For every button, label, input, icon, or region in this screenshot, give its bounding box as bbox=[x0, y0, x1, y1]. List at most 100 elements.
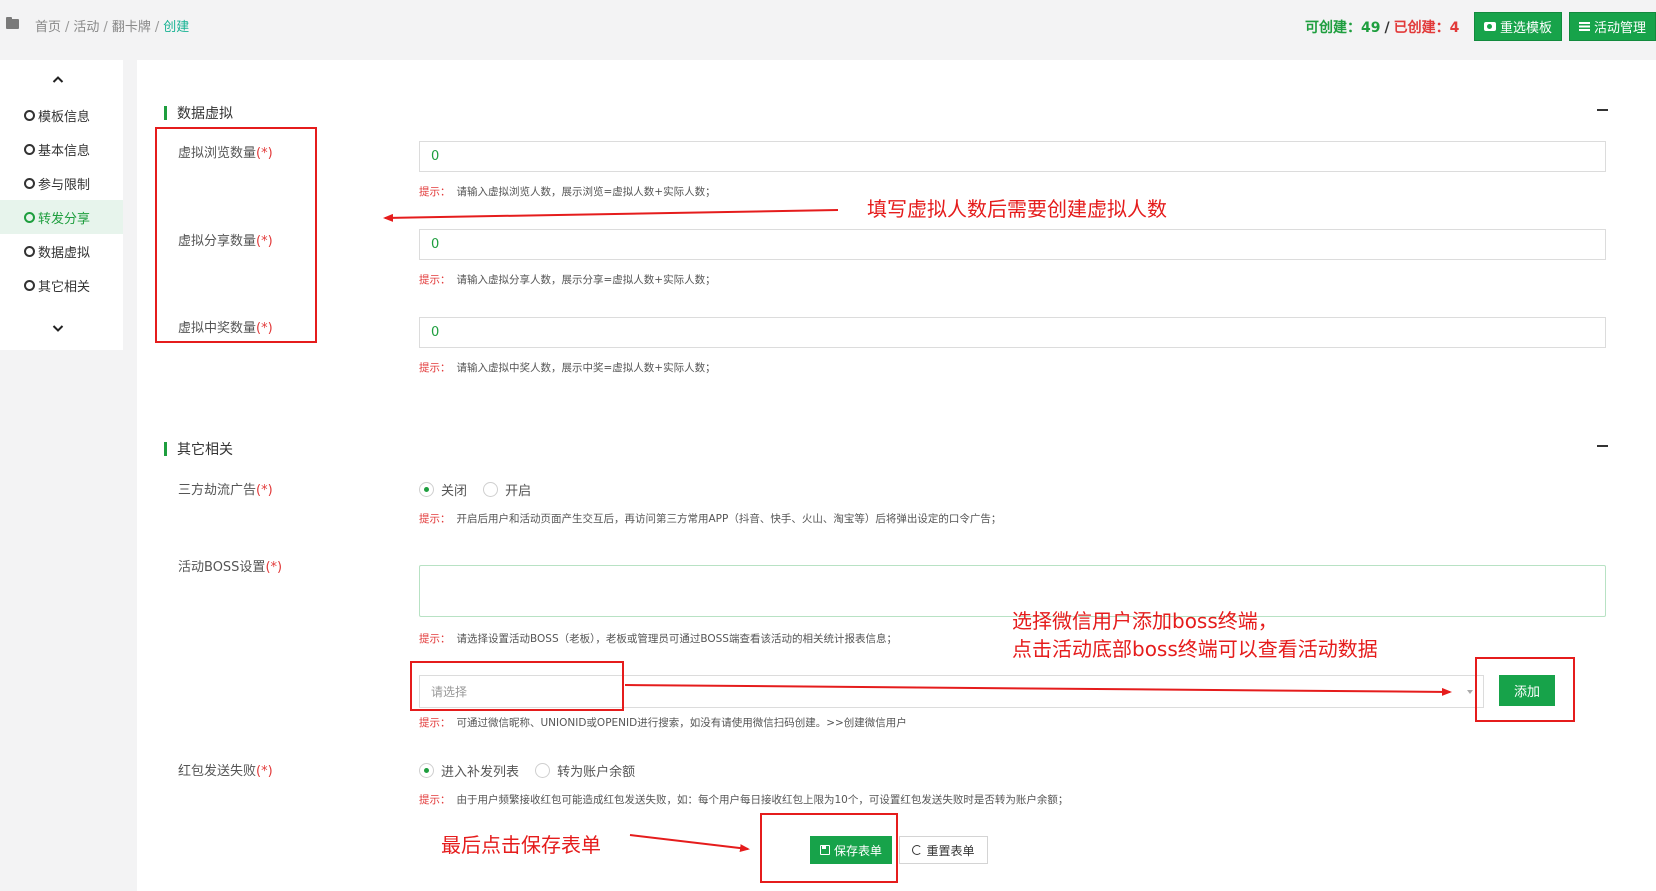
section-marker bbox=[164, 106, 167, 120]
third-party-ad-label: 三方劫流广告(*) bbox=[178, 479, 273, 498]
input-value: 0 bbox=[431, 325, 440, 340]
sidebar-item-label: 基本信息 bbox=[38, 143, 91, 159]
sidebar-item-participation-limits[interactable]: 参与限制 bbox=[0, 166, 123, 200]
breadcrumb-activity[interactable]: 活动 bbox=[73, 20, 99, 35]
hint-tip: 提示： bbox=[419, 717, 451, 729]
annotation-box-add-button bbox=[1475, 657, 1575, 722]
radio-label: 关闭 bbox=[441, 484, 468, 499]
sidebar-item-label: 其它相关 bbox=[38, 279, 91, 295]
hint-tip: 提示： bbox=[419, 633, 451, 645]
camera-icon bbox=[1483, 22, 1496, 31]
third-party-ad-radio-group: 关闭 开启 bbox=[419, 480, 543, 501]
reselect-template-label: 重选模板 bbox=[1499, 21, 1552, 36]
hint-text: 请选择设置活动BOSS（老板），老板或管理员可通过BOSS端查看该活动的相关统计… bbox=[456, 633, 897, 645]
breadcrumb-separator: / bbox=[65, 20, 70, 35]
breadcrumb: 首页 / 活动 / 翻卡牌 / 创建 bbox=[35, 16, 189, 35]
reset-button-label: 重置表单 bbox=[926, 843, 975, 858]
virtual-shares-input[interactable]: 0 bbox=[419, 229, 1606, 260]
section-heading-data-virtual: 数据虚拟 bbox=[164, 103, 233, 123]
reselect-template-button[interactable]: 重选模板 bbox=[1474, 12, 1562, 41]
refresh-icon bbox=[912, 845, 923, 855]
sidebar-item-template-info[interactable]: 模板信息 bbox=[0, 98, 123, 132]
hint-text: 请输入虚拟中奖人数，展示中奖=虚拟人数+实际人数； bbox=[456, 362, 716, 374]
circle-icon bbox=[24, 109, 35, 121]
required-mark: (*) bbox=[256, 483, 273, 498]
circle-icon bbox=[24, 279, 35, 291]
top-bar: 首页 / 活动 / 翻卡牌 / 创建 可创建：49/已创建：4 重选模板 活动管理 bbox=[0, 0, 1656, 50]
boss-select-hint: 提示： 可通过微信昵称、UNIONID或OPENID进行搜索，如没有请使用微信扫码… bbox=[419, 715, 907, 730]
annotation-virtual-note: 填写虚拟人数后需要创建虚拟人数 bbox=[867, 197, 1167, 221]
folder-icon bbox=[6, 17, 19, 29]
section-heading-other: 其它相关 bbox=[164, 439, 233, 459]
redpack-fail-radio-group: 进入补发列表 转为账户余额 bbox=[419, 761, 647, 782]
can-create-count: 可创建：49 bbox=[1305, 20, 1381, 36]
boss-setting-hint: 提示： 请选择设置活动BOSS（老板），老板或管理员可通过BOSS端查看该活动的相… bbox=[419, 631, 897, 646]
radio-label: 进入补发列表 bbox=[441, 765, 520, 780]
section-title: 其它相关 bbox=[177, 442, 233, 458]
annotation-box-virtual-labels bbox=[155, 127, 317, 343]
sidebar-item-label: 参与限制 bbox=[38, 177, 91, 193]
hint-tip: 提示： bbox=[419, 794, 451, 806]
hint-text: 开启后用户和活动页面产生交互后，再访问第三方常用APP（抖音、快手、火山、淘宝等… bbox=[456, 513, 1002, 525]
list-icon bbox=[1578, 22, 1590, 31]
annotation-boss-note-1: 选择微信用户添加boss终端， bbox=[1012, 609, 1278, 633]
required-mark: (*) bbox=[256, 764, 273, 779]
sidebar-item-other[interactable]: 其它相关 bbox=[0, 268, 123, 302]
section-marker bbox=[164, 442, 167, 456]
annotation-boss-note-2: 点击活动底部boss终端可以查看活动数据 bbox=[1012, 637, 1378, 661]
sidebar-item-share[interactable]: 转发分享 bbox=[0, 200, 123, 234]
circle-icon bbox=[24, 177, 35, 189]
hint-text: 请输入虚拟浏览人数，展示浏览=虚拟人数+实际人数； bbox=[456, 186, 716, 198]
section-sidebar: 模板信息 基本信息 参与限制 转发分享 数据虚拟 其它相关 bbox=[0, 60, 123, 350]
activity-manage-label: 活动管理 bbox=[1593, 21, 1646, 36]
counts-separator: / bbox=[1384, 20, 1390, 36]
breadcrumb-separator: / bbox=[154, 20, 160, 35]
form-panel bbox=[137, 60, 1656, 891]
required-mark: (*) bbox=[265, 560, 283, 575]
field-label-text: 活动BOSS设置 bbox=[178, 560, 266, 575]
section-title: 数据虚拟 bbox=[177, 106, 233, 122]
sidebar-item-label: 转发分享 bbox=[38, 211, 91, 227]
virtual-views-input[interactable]: 0 bbox=[419, 141, 1606, 172]
circle-icon bbox=[24, 211, 35, 223]
boss-setting-label: 活动BOSS设置(*) bbox=[178, 556, 282, 575]
redpack-fail-label: 红包发送失败(*) bbox=[178, 760, 273, 779]
radio-dot bbox=[483, 482, 499, 497]
field-label-text: 三方劫流广告 bbox=[178, 483, 257, 498]
redpack-fail-hint: 提示： 由于用户频繁接收红包可能造成红包发送失败，如：每个用户每日接收红包上限为1… bbox=[419, 792, 1068, 807]
hint-tip: 提示： bbox=[419, 513, 451, 525]
breadcrumb-flip-card[interactable]: 翻卡牌 bbox=[112, 20, 151, 35]
radio-ad-off[interactable]: 关闭 bbox=[419, 480, 467, 499]
hint-text: 由于用户频繁接收红包可能造成红包发送失败，如：每个用户每日接收红包上限为10个，… bbox=[456, 794, 1069, 806]
radio-label: 转为账户余额 bbox=[557, 765, 636, 780]
reset-form-button[interactable]: 重置表单 bbox=[899, 836, 988, 864]
creation-counts: 可创建：49/已创建：4 bbox=[1305, 17, 1459, 37]
radio-account-balance[interactable]: 转为账户余额 bbox=[535, 761, 635, 780]
radio-dot bbox=[535, 763, 551, 778]
chevron-down-icon[interactable] bbox=[52, 322, 64, 334]
created-count: 已创建：4 bbox=[1393, 20, 1460, 36]
chevron-up-icon[interactable] bbox=[52, 74, 64, 86]
sidebar-item-label: 数据虚拟 bbox=[38, 245, 91, 261]
breadcrumb-current: 创建 bbox=[163, 20, 190, 35]
virtual-winners-input[interactable]: 0 bbox=[419, 317, 1606, 348]
virtual-winners-hint: 提示： 请输入虚拟中奖人数，展示中奖=虚拟人数+实际人数； bbox=[419, 360, 716, 375]
activity-manage-button[interactable]: 活动管理 bbox=[1569, 12, 1656, 41]
field-label-text: 红包发送失败 bbox=[178, 764, 257, 779]
radio-label: 开启 bbox=[505, 484, 532, 499]
radio-reissue-list[interactable]: 进入补发列表 bbox=[419, 761, 519, 780]
sidebar-item-basic-info[interactable]: 基本信息 bbox=[0, 132, 123, 166]
annotation-save-note: 最后点击保存表单 bbox=[441, 833, 601, 857]
circle-icon bbox=[24, 143, 35, 155]
virtual-shares-hint: 提示： 请输入虚拟分享人数，展示分享=虚拟人数+实际人数； bbox=[419, 272, 716, 287]
sidebar-item-data-virtual[interactable]: 数据虚拟 bbox=[0, 234, 123, 268]
collapse-icon[interactable] bbox=[1597, 109, 1608, 111]
breadcrumb-home[interactable]: 首页 bbox=[35, 20, 61, 35]
radio-dot bbox=[419, 482, 434, 497]
radio-ad-on[interactable]: 开启 bbox=[483, 480, 531, 499]
annotation-box-save-button bbox=[760, 813, 898, 883]
circle-icon bbox=[24, 245, 35, 257]
hint-tip: 提示： bbox=[419, 274, 451, 286]
dropdown-caret-icon bbox=[1467, 690, 1473, 694]
collapse-icon[interactable] bbox=[1597, 445, 1608, 447]
